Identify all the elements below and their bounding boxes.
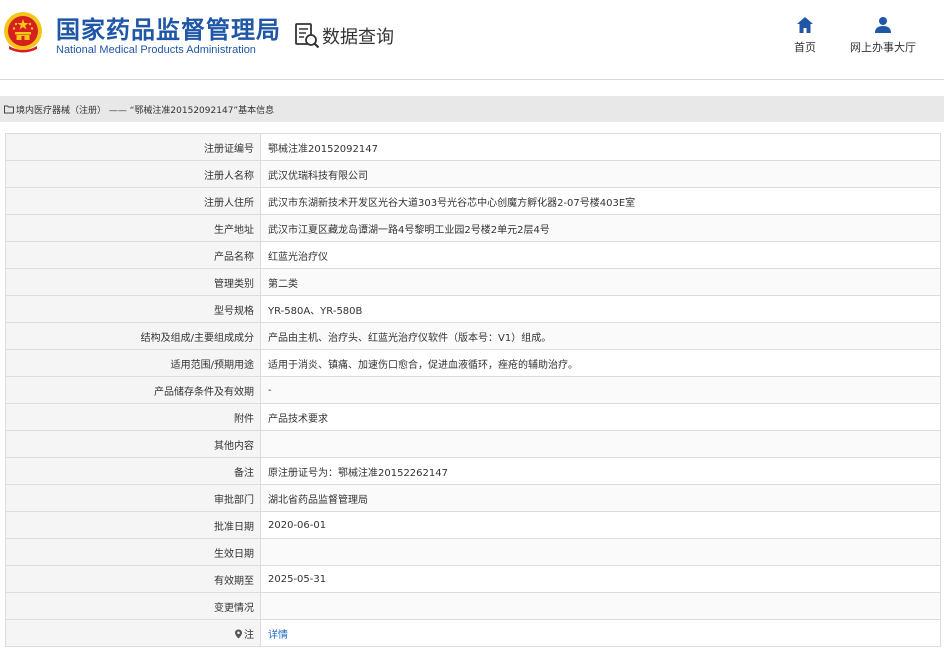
field-label: 注册证编号	[5, 133, 261, 161]
field-label: 批准日期	[5, 511, 261, 539]
table-row: 变更情况	[5, 592, 941, 620]
breadcrumb-section-link[interactable]: 境内医疗器械（注册）	[16, 106, 106, 116]
nav-home-label: 首页	[794, 41, 816, 54]
field-label: 其他内容	[5, 430, 261, 458]
field-value: 2025-05-31	[260, 565, 941, 593]
field-label: 注册人名称	[5, 160, 261, 188]
agency-name-en: National Medical Products Administration	[56, 44, 256, 56]
field-label: 生产地址	[5, 214, 261, 242]
field-label-text: 注	[244, 629, 254, 641]
nav-home[interactable]: 首页	[794, 16, 816, 55]
table-row: 管理类别 第二类	[5, 268, 941, 296]
home-icon	[797, 17, 813, 33]
user-icon	[875, 17, 891, 33]
document-search-icon	[295, 23, 320, 49]
field-label: 产品储存条件及有效期	[5, 376, 261, 404]
field-value: 产品由主机、治疗头、红蓝光治疗仪软件（版本号：V1）组成。	[260, 322, 941, 350]
nav-online-service-hall[interactable]: 网上办事大厅	[850, 16, 916, 55]
field-value-note: 详情	[260, 619, 941, 647]
table-row: 批准日期 2020-06-01	[5, 511, 941, 539]
field-label: 注册人住所	[5, 187, 261, 215]
table-row: 有效期至 2025-05-31	[5, 565, 941, 593]
table-row: 备注 原注册证号为：鄂械注准20152262147	[5, 457, 941, 485]
field-value: 红蓝光治疗仪	[260, 241, 941, 269]
table-row: 注册人住所 武汉市东湖新技术开发区光谷大道303号光谷芯中心创魔方孵化器2-07号…	[5, 187, 941, 215]
field-value: -	[260, 376, 941, 404]
field-label: 适用范围/预期用途	[5, 349, 261, 377]
field-value	[260, 430, 941, 458]
site-header: 国家药品监督管理局 National Medical Products Admi…	[0, 0, 944, 80]
breadcrumb: 境内医疗器械（注册） —— “鄂械注准20152092147”基本信息	[0, 96, 944, 122]
table-row: 生效日期	[5, 538, 941, 566]
table-row: 型号规格 YR-580A、YR-580B	[5, 295, 941, 323]
table-row: 生产地址 武汉市江夏区藏龙岛谭湖一路4号黎明工业园2号楼2单元2层4号	[5, 214, 941, 242]
nav-online-service-hall-label: 网上办事大厅	[850, 41, 916, 54]
table-row: 附件 产品技术要求	[5, 403, 941, 431]
field-value: YR-580A、YR-580B	[260, 295, 941, 323]
field-value: 武汉市东湖新技术开发区光谷大道303号光谷芯中心创魔方孵化器2-07号楼403E…	[260, 187, 941, 215]
details-link[interactable]: 详情	[268, 630, 288, 641]
table-row: 产品储存条件及有效期 -	[5, 376, 941, 404]
table-row: 结构及组成/主要组成成分 产品由主机、治疗头、红蓝光治疗仪软件（版本号：V1）组成…	[5, 322, 941, 350]
field-value: 武汉市江夏区藏龙岛谭湖一路4号黎明工业园2号楼2单元2层4号	[260, 214, 941, 242]
field-label: 管理类别	[5, 268, 261, 296]
field-label: 变更情况	[5, 592, 261, 620]
field-value: 2020-06-01	[260, 511, 941, 539]
field-value: 鄂械注准20152092147	[260, 133, 941, 161]
table-row: 注册证编号 鄂械注准20152092147	[5, 133, 941, 161]
field-value	[260, 592, 941, 620]
field-value: 第二类	[260, 268, 941, 296]
field-label: 有效期至	[5, 565, 261, 593]
data-query-link[interactable]: 数据查询	[294, 22, 394, 50]
field-value: 产品技术要求	[260, 403, 941, 431]
data-query-label: 数据查询	[322, 27, 394, 48]
field-label-note: 注	[5, 619, 261, 647]
folder-icon	[4, 105, 14, 114]
field-value	[260, 538, 941, 566]
field-value: 原注册证号为：鄂械注准20152262147	[260, 457, 941, 485]
field-value: 适用于消炎、镇痛、加速伤口愈合，促进血液循环，痤疮的辅助治疗。	[260, 349, 941, 377]
table-row: 注册人名称 武汉优瑞科技有限公司	[5, 160, 941, 188]
table-row: 产品名称 红蓝光治疗仪	[5, 241, 941, 269]
field-label: 型号规格	[5, 295, 261, 323]
agency-name-cn: 国家药品监督管理局	[56, 16, 281, 44]
table-row: 其他内容	[5, 430, 941, 458]
field-value: 湖北省药品监督管理局	[260, 484, 941, 512]
field-label: 附件	[5, 403, 261, 431]
field-label: 产品名称	[5, 241, 261, 269]
breadcrumb-current: “鄂械注准20152092147”基本信息	[129, 105, 275, 116]
table-row-note: 注 详情	[5, 619, 941, 647]
field-value: 武汉优瑞科技有限公司	[260, 160, 941, 188]
registration-info-table: 注册证编号 鄂械注准20152092147 注册人名称 武汉优瑞科技有限公司 注册人住所…	[5, 133, 941, 647]
table-row: 审批部门 湖北省药品监督管理局	[5, 484, 941, 512]
breadcrumb-separator: ——	[108, 105, 127, 116]
map-pin-icon	[235, 629, 242, 638]
field-label: 生效日期	[5, 538, 261, 566]
field-label: 审批部门	[5, 484, 261, 512]
field-label: 备注	[5, 457, 261, 485]
field-label: 结构及组成/主要组成成分	[5, 322, 261, 350]
national-emblem-icon	[4, 12, 42, 53]
table-row: 适用范围/预期用途 适用于消炎、镇痛、加速伤口愈合，促进血液循环，痤疮的辅助治疗。	[5, 349, 941, 377]
